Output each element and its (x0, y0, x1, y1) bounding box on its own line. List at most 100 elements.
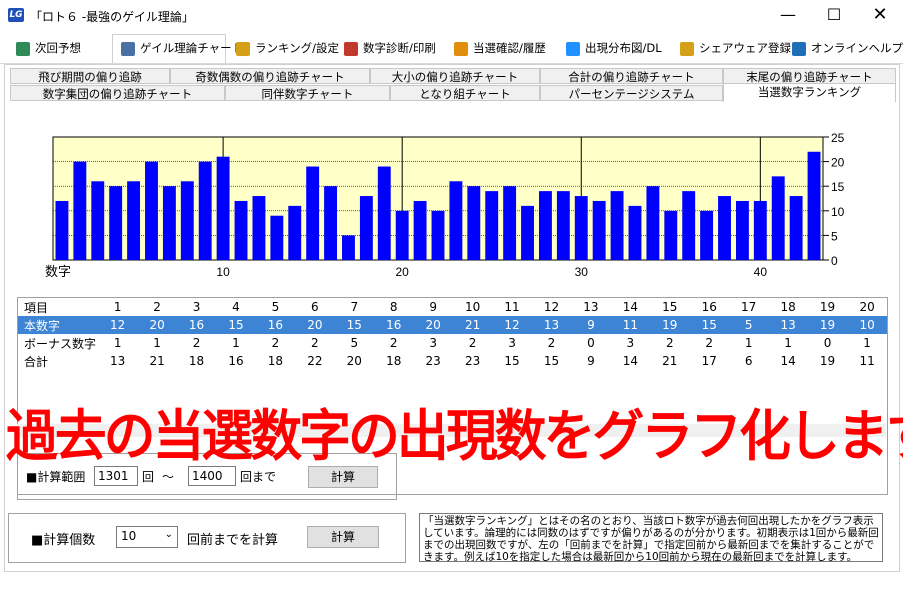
subtab-row1-3[interactable]: 大小の偏り追跡チャート (370, 68, 540, 84)
row-label: 本数字 (18, 316, 98, 334)
tab-document[interactable]: 出現分布図/DL (558, 35, 670, 61)
grid-cell: 19 (819, 354, 836, 368)
close-button[interactable]: ✕ (857, 0, 903, 30)
chevron-down-icon: ⌄ (164, 529, 173, 540)
bar (771, 176, 785, 260)
tab-label: シェアウェア登録 (699, 41, 791, 55)
grid-cell: 18 (780, 300, 796, 314)
subtab-row2-2[interactable]: 同伴数字チャート (225, 85, 390, 101)
tab-gear[interactable]: 数字診断/印刷 (336, 35, 444, 61)
x-tick-label: 30 (575, 265, 589, 279)
tab-label: 数字診断/印刷 (363, 41, 436, 55)
title-bar: LG 「ロト６ -最強のゲイル理論」 — ☐ ✕ (0, 0, 903, 32)
count-calc-button[interactable]: 計算 (307, 526, 379, 548)
grid-cell: 16 (255, 316, 296, 334)
grid-cell: 6 (311, 300, 319, 314)
grid-cell: 9 (587, 354, 595, 368)
tab-bar-chart[interactable]: ランキング/設定 (228, 35, 339, 61)
grid-cell: 18 (386, 354, 402, 368)
tab-notebook[interactable]: ゲイル理論チャート (112, 34, 243, 63)
minimize-button[interactable]: — (765, 0, 811, 30)
grid-cell: 1 (153, 336, 161, 350)
grid-cell: 17 (701, 354, 717, 368)
subtab-row1-2[interactable]: 奇数偶数の偏り追跡チャート (170, 68, 370, 84)
maximize-button[interactable]: ☐ (811, 0, 857, 30)
subtab-row2-5[interactable]: 当選数字ランキング (723, 83, 896, 102)
grid-cell: 2 (271, 336, 280, 350)
grid-cell: 19 (819, 300, 836, 314)
count-select[interactable]: 10 ⌄ (116, 526, 178, 548)
grid-cell: 1 (784, 336, 792, 350)
subtab-row2-4[interactable]: パーセンテージシステム (540, 85, 723, 101)
grid-cell: 2 (665, 336, 674, 350)
grid-cell: 11 (859, 354, 875, 368)
grid-cell: 5 (271, 300, 280, 314)
count-select-value: 10 (121, 529, 137, 543)
grid-cell: 14 (622, 300, 638, 314)
tab-help[interactable]: オンラインヘルプ (784, 35, 903, 61)
grid-cell: 19 (650, 316, 690, 334)
bar (91, 181, 105, 260)
table-row[interactable]: 合計 13 21 18 16 18 22 20 18 23 23 15 15 9 14 21 17 6 14 19 11 (18, 352, 887, 370)
grid-cell: 13 (583, 300, 599, 314)
tab-label: ランキング/設定 (255, 41, 340, 55)
grid-cell: 1 (113, 336, 122, 350)
subtab-row2-1[interactable]: 数字集団の偏り追跡チャート (10, 85, 225, 101)
main-tab-bar: 次回予想 ゲイル理論チャート ランキング/設定 数字診断/印刷 当選確認/履歴 出現分布図… (0, 32, 903, 64)
subtab-row1-4[interactable]: 合計の偏り追跡チャート (540, 68, 723, 84)
x-tick-label: 40 (754, 265, 768, 279)
grid-cell: 2 (705, 336, 714, 350)
bar (485, 191, 499, 260)
grid-cell: 0 (823, 336, 832, 350)
bar (288, 205, 302, 260)
grid-cell: 12 (97, 316, 138, 334)
grid-cell: 18 (188, 354, 205, 368)
tab-people[interactable]: 当選確認/履歴 (446, 35, 556, 61)
table-row[interactable]: ボーナス数字 1 1 2 1 2 2 5 2 3 2 3 2 0 3 2 2 1 1 0 1 (18, 334, 887, 352)
grid-cell: 13 (531, 316, 572, 334)
grid-cell: 9 (429, 300, 437, 314)
grid-cell: 20 (295, 316, 335, 334)
row-label: 合計 (24, 354, 49, 369)
grid-cell: 5 (350, 336, 359, 350)
grid-cell: 16 (701, 300, 717, 314)
grid-cell: 16 (228, 354, 244, 368)
bar (127, 181, 141, 260)
bar (503, 186, 517, 260)
grid-cell: 4 (232, 300, 240, 314)
count-suffix: 回前までを計算 (187, 533, 279, 548)
grid-cell: 13 (110, 354, 126, 368)
window-title: 「ロト６ -最強のゲイル理論」 (30, 10, 194, 24)
bar (324, 186, 338, 260)
bar (252, 196, 266, 260)
bar (789, 196, 803, 260)
bar (538, 191, 552, 260)
bar (449, 181, 463, 260)
bar (198, 161, 212, 260)
bar (55, 200, 69, 260)
grid-cell: 2 (547, 336, 556, 350)
count-group: ■計算個数 10 ⌄ 回前までを計算 計算 (8, 513, 406, 563)
tab-lock[interactable]: シェアウェア登録 (672, 35, 791, 61)
bar (628, 205, 642, 260)
bar (270, 215, 284, 260)
description-box: 「当選数字ランキング」とはその名のとおり、当該ロト数字が過去何回出現したかをグラ… (419, 513, 883, 562)
subtab-row2-3[interactable]: となり組チャート (390, 85, 540, 101)
grid-cell: 3 (508, 336, 516, 350)
grid-cell: 15 (334, 316, 374, 334)
table-row[interactable]: 本数字 12 20 16 15 16 20 15 16 20 21 12 13 9 11 19 15 5 13 19 1… (18, 316, 887, 334)
grid-cell: 20 (859, 300, 875, 314)
bar (73, 161, 87, 260)
bar (162, 186, 176, 260)
header-row[interactable]: 項目 1 2 3 4 5 6 7 8 9 10 11 12 13 14 15 16 17 18 19 20 (18, 298, 887, 316)
bar (807, 151, 821, 260)
row-label: ボーナス数字 (24, 336, 97, 351)
bar (664, 210, 678, 260)
grid-cell: 2 (153, 300, 161, 314)
bar (306, 166, 320, 260)
subtab-row1-1[interactable]: 飛び期間の偏り追跡 (10, 68, 170, 84)
grid-cell: 3 (429, 336, 437, 350)
tab-leaf[interactable]: 次回予想 (8, 35, 110, 61)
bar (342, 235, 355, 260)
subtab-row1-5[interactable]: 末尾の偏り追跡チャート (723, 68, 896, 84)
